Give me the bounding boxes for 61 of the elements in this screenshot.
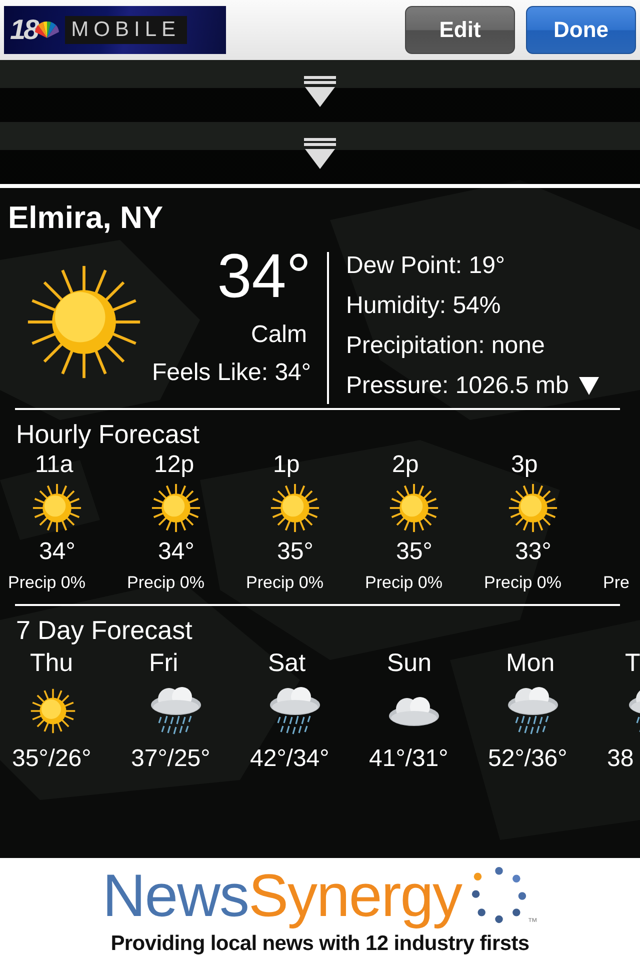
rain-cloud-icon [506, 685, 560, 737]
day-label: Thu [29, 648, 74, 679]
sun-icon [26, 264, 142, 380]
section-title: Hourly Forecast [15, 418, 200, 450]
down-triangle-icon [578, 377, 599, 395]
edit-button[interactable]: Edit [405, 6, 515, 54]
weather-detail: Humidity: 54% [346, 291, 501, 321]
day-label: Sun [386, 648, 432, 679]
tagline: Providing local news with 12 industry firsts [110, 932, 530, 956]
section-title: 7 Day Forecast [15, 614, 194, 646]
hour-temperature: 34° [157, 537, 194, 567]
day-label: Mon [505, 648, 555, 679]
sun-icon [508, 483, 558, 533]
day-label: T [624, 648, 640, 679]
location-title: Elmira, NY [7, 199, 164, 236]
done-button[interactable]: Done [526, 6, 636, 54]
sun-icon [270, 483, 320, 533]
weather-detail: Dew Point: 19° [346, 251, 506, 281]
trademark-sign: ™ [528, 917, 538, 928]
cloud-icon [387, 694, 441, 728]
hour-temperature: 34° [38, 537, 76, 567]
high-low-temperature: 38 [606, 744, 634, 774]
brand-name: Synergy [248, 861, 462, 931]
hour-temperature: 35° [276, 537, 314, 567]
hour-label: 11a [34, 450, 74, 480]
brand-name: News [102, 861, 248, 931]
weather-detail: Pressure: 1026.5 mb [346, 371, 569, 401]
pull-down-handle-icon[interactable] [303, 74, 337, 108]
weather-detail: Precipitation: none [346, 331, 545, 361]
current-temperature: 34° [217, 242, 311, 312]
feels-like-text: Feels Like: 34° [152, 358, 311, 388]
precip-text: Precip 0% [364, 572, 442, 594]
condition-text: Calm [250, 320, 308, 350]
day-label: Sat [267, 648, 306, 679]
high-low-temperature: 52°/36° [487, 744, 568, 774]
high-low-temperature: 41°/31° [368, 744, 448, 774]
pull-down-handle-icon[interactable] [303, 136, 337, 170]
precip-text: Precip 0% [126, 572, 204, 594]
dot-ring-icon [470, 867, 528, 925]
logo-word: MOBILE [65, 16, 187, 44]
hour-label: 1p [272, 450, 300, 480]
rain-cloud-icon [149, 685, 203, 737]
logo-number: 18 [10, 14, 38, 46]
precip-text: Precip 0% [7, 572, 86, 594]
hour-label: 3p [510, 450, 538, 480]
sun-icon [389, 483, 439, 533]
high-low-temperature: 37°/25° [130, 744, 210, 774]
sun-icon [151, 483, 201, 533]
rain-cloud-icon [268, 685, 322, 737]
precip-text: Precip 0% [483, 572, 562, 594]
hour-temperature: 33° [514, 537, 552, 567]
precip-text: Precip 0% [245, 572, 324, 594]
high-low-temperature: 42°/34° [249, 744, 330, 774]
hour-temperature: 35° [395, 537, 432, 567]
sun-icon [30, 688, 76, 734]
hour-label: 2p [391, 450, 419, 480]
sun-icon [32, 483, 82, 533]
hour-label: 12p [153, 450, 194, 480]
precip-text: Pre [602, 572, 630, 594]
high-low-temperature: 35°/26° [11, 744, 92, 774]
day-label: Fri [148, 648, 178, 679]
